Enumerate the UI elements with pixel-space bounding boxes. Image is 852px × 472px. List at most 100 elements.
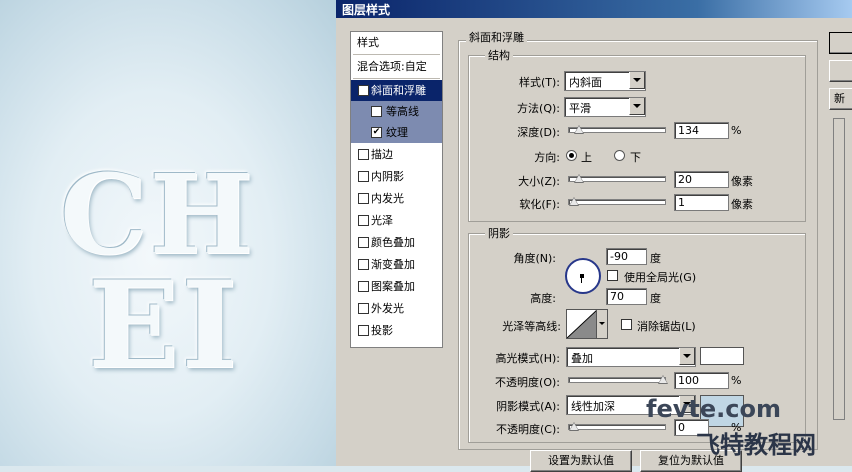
direction-down-radio[interactable] bbox=[614, 150, 625, 161]
style-item-label: 投影 bbox=[371, 324, 393, 337]
style-item-label: 光泽 bbox=[371, 214, 393, 227]
style-item-stroke[interactable]: 描边 bbox=[351, 144, 442, 165]
angle-unit: 度 bbox=[650, 252, 661, 265]
styles-separator bbox=[353, 54, 440, 55]
chevron-down-icon bbox=[629, 98, 645, 115]
depth-label: 深度(D): bbox=[517, 126, 560, 139]
highlight-color-swatch[interactable] bbox=[700, 347, 744, 365]
contour-curve-icon bbox=[566, 309, 598, 339]
checkbox-outer-glow[interactable] bbox=[358, 303, 369, 314]
chevron-down-icon[interactable] bbox=[596, 309, 608, 339]
size-slider[interactable] bbox=[568, 174, 666, 183]
style-item-pattern-overlay[interactable]: 图案叠加 bbox=[351, 276, 442, 297]
layer-style-dialog: 图层样式 样式 混合选项:自定 ✔ 斜面和浮雕 等高线 ✔ 纹理 描边 内阴影 … bbox=[336, 0, 852, 472]
checkbox-gradient-overlay[interactable] bbox=[358, 259, 369, 270]
dialog-titlebar[interactable]: 图层样式 bbox=[336, 0, 852, 18]
direction-up-label: 上 bbox=[581, 151, 592, 164]
technique-select[interactable]: 平滑 bbox=[564, 97, 646, 117]
style-item-outer-glow[interactable]: 外发光 bbox=[351, 298, 442, 319]
highlight-opacity-slider[interactable] bbox=[568, 375, 668, 384]
shadow-opacity-slider[interactable] bbox=[568, 422, 666, 431]
checkbox-inner-shadow[interactable] bbox=[358, 171, 369, 182]
dialog-title: 图层样式 bbox=[342, 3, 391, 17]
styles-separator bbox=[353, 78, 440, 79]
styles-list: 样式 混合选项:自定 ✔ 斜面和浮雕 等高线 ✔ 纹理 描边 内阴影 内发光 光… bbox=[350, 31, 443, 348]
preview-text-line2: EI bbox=[88, 255, 240, 396]
style-item-label: 外发光 bbox=[371, 302, 404, 315]
shadow-opacity-label: 不透明度(C): bbox=[496, 423, 560, 436]
altitude-input[interactable]: 70 bbox=[606, 288, 647, 305]
style-item-label: 内发光 bbox=[371, 192, 404, 205]
checkbox-inner-glow[interactable] bbox=[358, 193, 369, 204]
anti-alias-label: 消除锯齿(L) bbox=[637, 320, 696, 333]
style-item-label: 描边 bbox=[371, 148, 393, 161]
highlight-opacity-thumb[interactable] bbox=[658, 375, 668, 384]
style-item-bevel-emboss[interactable]: ✔ 斜面和浮雕 bbox=[351, 80, 442, 101]
highlight-opacity-input[interactable]: 100 bbox=[674, 372, 729, 389]
soften-slider-thumb[interactable] bbox=[569, 197, 579, 206]
depth-input[interactable]: 134 bbox=[674, 122, 729, 139]
direction-down-label: 下 bbox=[630, 151, 641, 164]
checkbox-bevel-emboss[interactable]: ✔ bbox=[358, 85, 369, 96]
checkbox-drop-shadow[interactable] bbox=[358, 325, 369, 336]
style-item-inner-shadow[interactable]: 内阴影 bbox=[351, 166, 442, 187]
direction-label: 方向: bbox=[534, 151, 560, 164]
soften-slider[interactable] bbox=[568, 197, 666, 206]
size-label: 大小(Z): bbox=[518, 175, 560, 188]
style-item-drop-shadow[interactable]: 投影 bbox=[351, 320, 442, 341]
styles-header: 样式 bbox=[357, 36, 379, 49]
soften-unit: 像素 bbox=[731, 198, 753, 211]
shadow-opacity-thumb[interactable] bbox=[569, 422, 579, 431]
shadow-mode-label: 阴影模式(A): bbox=[496, 400, 560, 413]
style-item-gradient-overlay[interactable]: 渐变叠加 bbox=[351, 254, 442, 275]
shadow-mode-value: 线性加深 bbox=[571, 400, 615, 413]
size-slider-thumb[interactable] bbox=[574, 174, 584, 183]
style-item-texture[interactable]: ✔ 纹理 bbox=[351, 122, 442, 143]
chevron-down-icon bbox=[679, 348, 695, 365]
method-label: 方法(Q): bbox=[517, 102, 560, 115]
size-input[interactable]: 20 bbox=[674, 171, 729, 188]
highlight-opacity-label: 不透明度(O): bbox=[495, 376, 560, 389]
shading-title: 阴影 bbox=[485, 225, 513, 241]
style-item-satin[interactable]: 光泽 bbox=[351, 210, 442, 231]
style-item-label: 图案叠加 bbox=[371, 280, 415, 293]
angle-label: 角度(N): bbox=[513, 252, 556, 265]
style-item-color-overlay[interactable]: 颜色叠加 bbox=[351, 232, 442, 253]
altitude-unit: 度 bbox=[650, 292, 661, 305]
checkbox-texture[interactable]: ✔ bbox=[371, 127, 382, 138]
style-item-label: 内阴影 bbox=[371, 170, 404, 183]
soften-input[interactable]: 1 bbox=[674, 194, 729, 211]
style-item-blending-options[interactable]: 混合选项:自定 bbox=[351, 56, 442, 77]
direction-up-radio[interactable] bbox=[566, 150, 577, 161]
checkbox-contour[interactable] bbox=[371, 106, 382, 117]
soften-label: 软化(F): bbox=[519, 198, 560, 211]
highlight-mode-select[interactable]: 叠加 bbox=[566, 347, 696, 367]
style-item-label: 渐变叠加 bbox=[371, 258, 415, 271]
checkbox-stroke[interactable] bbox=[358, 149, 369, 160]
gloss-contour-picker[interactable] bbox=[566, 309, 598, 339]
checkbox-satin[interactable] bbox=[358, 215, 369, 226]
checkbox-pattern-overlay[interactable] bbox=[358, 281, 369, 292]
highlight-mode-label: 高光模式(H): bbox=[495, 352, 560, 365]
bevel-emboss-title: 斜面和浮雕 bbox=[466, 29, 527, 45]
style-item-label: 纹理 bbox=[386, 126, 408, 139]
style-select[interactable]: 内斜面 bbox=[564, 71, 646, 91]
depth-slider-thumb[interactable] bbox=[574, 125, 584, 134]
set-default-button[interactable]: 设置为默认值 bbox=[530, 450, 632, 472]
checkbox-color-overlay[interactable] bbox=[358, 237, 369, 248]
altitude-label: 高度: bbox=[530, 292, 556, 305]
style-item-label: 颜色叠加 bbox=[371, 236, 415, 249]
technique-select-value: 平滑 bbox=[569, 102, 591, 115]
style-item-contour[interactable]: 等高线 bbox=[351, 101, 442, 122]
anti-alias-checkbox[interactable] bbox=[621, 319, 632, 330]
angle-input[interactable]: -90 bbox=[606, 248, 647, 265]
new-style-button[interactable]: 新 bbox=[829, 88, 852, 110]
style-select-value: 内斜面 bbox=[569, 76, 602, 89]
style-item-label: 斜面和浮雕 bbox=[371, 84, 426, 97]
depth-slider[interactable] bbox=[568, 125, 666, 134]
ok-button[interactable] bbox=[829, 32, 852, 54]
layer-preview-image: CH EI bbox=[0, 0, 340, 466]
cancel-button[interactable] bbox=[829, 60, 852, 82]
global-light-checkbox[interactable] bbox=[607, 270, 618, 281]
style-item-inner-glow[interactable]: 内发光 bbox=[351, 188, 442, 209]
